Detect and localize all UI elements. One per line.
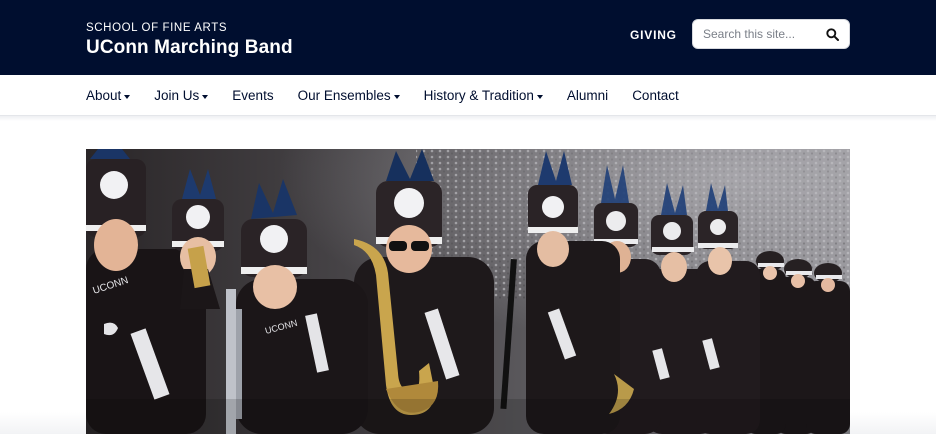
giving-link[interactable]: GIVING [630, 28, 677, 42]
school-name[interactable]: SCHOOL OF FINE ARTS [86, 22, 227, 34]
nav-label: Our Ensembles [297, 88, 391, 103]
nav-label: Contact [632, 88, 679, 103]
nav-item-our-ensembles[interactable]: Our Ensembles [298, 75, 400, 116]
main-nav: About Join Us Events Our Ensembles Histo… [0, 75, 936, 116]
nav-label: Join Us [154, 88, 200, 103]
site-header: SCHOOL OF FINE ARTS UConn Marching Band … [0, 0, 936, 75]
page-shadow-right [850, 412, 936, 434]
nav-item-join-us[interactable]: Join Us [154, 75, 209, 116]
caret-down-icon [202, 94, 209, 99]
nav-list: About Join Us Events Our Ensembles Histo… [86, 75, 703, 116]
caret-down-icon [124, 94, 131, 99]
caret-down-icon [393, 94, 400, 99]
nav-divider [0, 116, 936, 121]
nav-item-contact[interactable]: Contact [632, 75, 679, 116]
nav-label: History & Tradition [423, 88, 534, 103]
search-input[interactable] [693, 20, 821, 48]
site-title[interactable]: UConn Marching Band [86, 37, 293, 59]
magnifier-icon [825, 27, 839, 41]
caret-down-icon [536, 94, 543, 99]
nav-item-about[interactable]: About [86, 75, 131, 116]
marching-band-photo: UCONN UCONN [86, 149, 850, 434]
nav-item-history-tradition[interactable]: History & Tradition [424, 75, 543, 116]
nav-item-alumni[interactable]: Alumni [567, 75, 608, 116]
nav-label: Alumni [566, 88, 609, 103]
nav-item-events[interactable]: Events [232, 75, 273, 116]
page-shadow-left [0, 412, 86, 434]
nav-label: About [86, 88, 122, 103]
hero-image: UCONN UCONN [86, 149, 850, 434]
nav-label: Events [232, 88, 274, 103]
search-button[interactable] [821, 24, 843, 44]
search-box [692, 19, 850, 49]
